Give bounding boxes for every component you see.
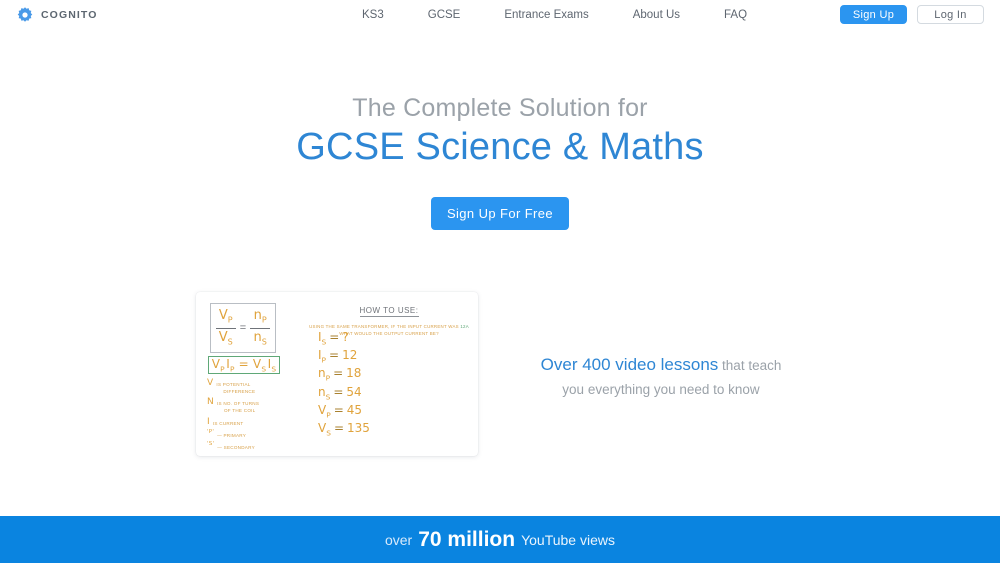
value-row-np: nP = 18 [318,366,362,383]
nav-item-ks3[interactable]: KS3 [340,9,406,21]
value-row-is: IS =? [318,330,349,347]
value-row-vp: VP = 45 [318,402,363,420]
legend-item-n: n IS NO. OF TURNS OF THE COIL [207,398,299,415]
log-in-button[interactable]: Log In [917,5,984,24]
main-nav: KS3 GCSE Entrance Exams About Us FAQ [340,0,769,29]
brand-logo-link[interactable]: COGNITO [16,0,98,29]
hero-subtitle: The Complete Solution for [352,94,648,122]
fraction-bar [215,327,236,329]
legend-item-p: 'P' — PRIMARY [207,428,299,440]
page-title: GCSE Science & Maths [296,126,704,168]
nav-item-entrance-exams[interactable]: Entrance Exams [482,9,610,21]
tagline-rest-line1: that teach [718,358,782,373]
equals-sign: = [239,322,247,334]
legend-symbol-v: V [207,378,214,388]
legend-item-v: V IS POTENTIAL DIFFERENCE [207,379,299,396]
sign-up-button[interactable]: Sign Up [840,5,907,24]
np-numerator: nP [253,308,267,326]
banner-prefix: over [384,531,413,548]
question-current-value: 12A [460,324,469,329]
video-lessons-tagline: Over 400 video lessons that teach you ev… [525,353,797,401]
banner-number: 70 million [418,527,516,551]
auth-buttons: Sign Up Log In [840,0,984,29]
power-equation-text: VP IP = VS IS [211,356,277,374]
youtube-views-banner: over 70 million YouTube views [0,516,1000,563]
legend-symbol-p: 'P' [207,428,215,435]
power-equation-boxed: VP IP = VS IS [208,356,280,374]
legend-symbol-i: I [207,416,210,427]
ns-denominator: nS [253,329,267,347]
legend-text-i: IS CURRENT [212,420,244,426]
legend-text-p: — PRIMARY [217,432,247,438]
vs-denominator: VS [218,329,233,347]
fraction-bar [250,327,271,329]
gear-icon [16,6,34,24]
landing-page: COGNITO KS3 GCSE Entrance Exams About Us… [0,0,1000,563]
turns-ratio-fraction: nP nS [250,308,271,347]
nav-item-gcse[interactable]: GCSE [406,9,483,21]
site-header: COGNITO KS3 GCSE Entrance Exams About Us… [0,0,1000,29]
vp-numerator: VP [218,308,233,326]
tagline-highlight: Over 400 video lessons [540,355,719,374]
value-row-ns: nS = 54 [318,384,362,401]
legend-symbol-s: 'S' [207,441,215,448]
lesson-preview-card[interactable]: VP VS = nP nS VP IP = VS IS V IS POTENTI… [196,292,478,456]
worked-example-values: IS =? IP = 12 nP = 18 nS = 54 VP = 45 VS = 135 [318,330,370,438]
banner-suffix: YouTube views [521,531,615,548]
legend-item-s: 'S' — SECONDARY [207,442,299,452]
sign-up-for-free-button[interactable]: Sign Up For Free [431,197,569,230]
legend-text-n: IS NO. OF TURNS OF THE COIL [216,401,260,414]
voltage-ratio-fraction: VP VS [215,308,236,347]
tagline-rest-line2: you everything you need to know [562,381,760,397]
legend-item-i: I IS CURRENT [207,416,299,428]
nav-item-faq[interactable]: FAQ [702,9,769,21]
nav-item-about-us[interactable]: About Us [611,9,702,21]
brand-name: COGNITO [41,8,98,21]
transformer-ratio-formula: VP VS = nP nS [210,303,276,353]
symbol-legend: V IS POTENTIAL DIFFERENCE n IS NO. OF TU… [207,379,299,455]
value-row-vs: VS = 135 [318,421,370,438]
legend-text-v: IS POTENTIAL DIFFERENCE [216,382,256,394]
legend-symbol-n: n [207,397,214,408]
how-to-use-heading: HOW TO USE: [359,306,419,317]
legend-text-s: — SECONDARY [217,445,255,451]
value-row-ip: IP = 12 [318,348,358,365]
whiteboard-content: VP VS = nP nS VP IP = VS IS V IS POTENTI… [196,292,478,456]
